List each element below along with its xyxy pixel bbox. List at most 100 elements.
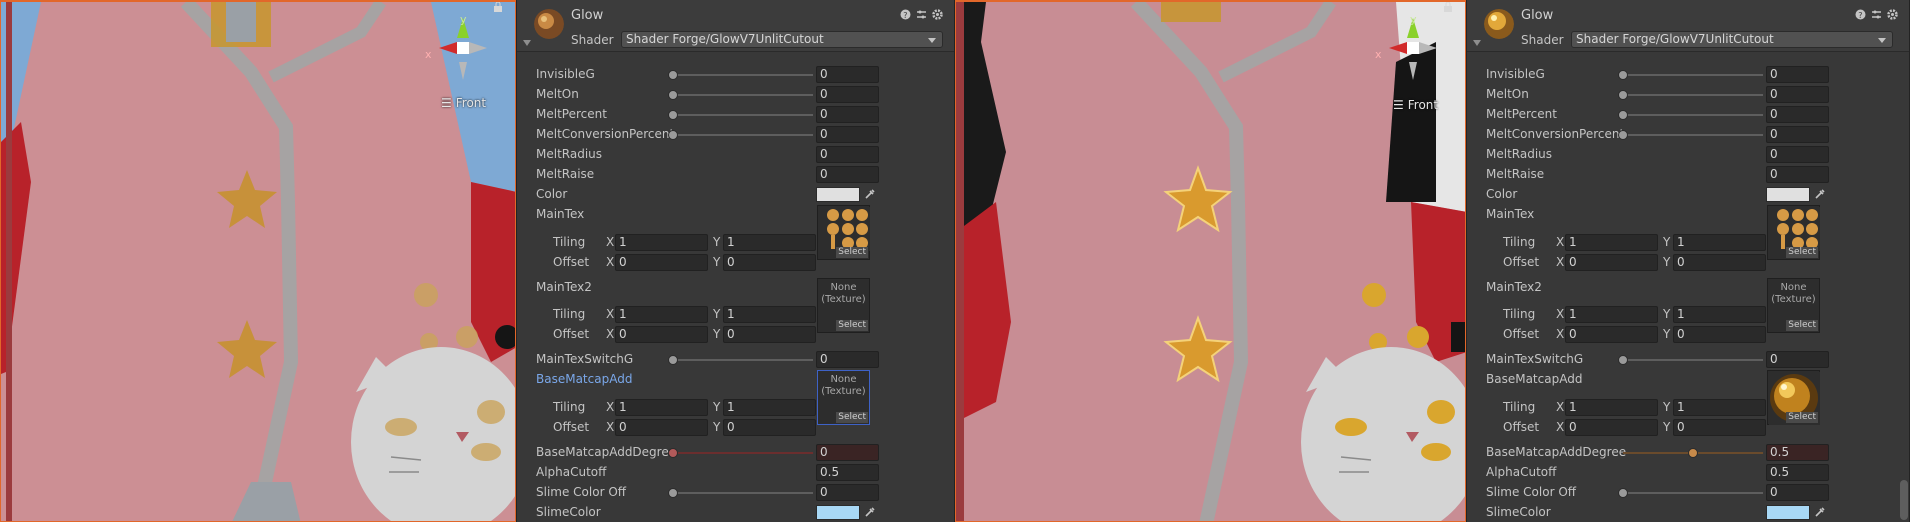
field-slimecoloroff[interactable]: 0 (816, 484, 879, 501)
field-slimecoloroff[interactable]: 0 (1766, 484, 1829, 501)
select-button-maintex2[interactable]: Select (836, 320, 868, 331)
color-swatch-color[interactable] (1766, 187, 1810, 202)
lock-icon[interactable] (493, 2, 503, 12)
slider-slimecoloroff[interactable] (1623, 492, 1763, 494)
help-icon[interactable]: ? (1855, 9, 1866, 20)
slider-thumb-basematcapadddegree[interactable] (668, 448, 678, 458)
field-basematcap-offset-y[interactable]: 0 (723, 419, 816, 436)
field-meltradius[interactable]: 0 (1766, 146, 1829, 163)
texture-slot-maintex[interactable]: Select (817, 205, 870, 260)
slider-thumb-meltconversion[interactable] (1618, 130, 1628, 140)
foldout-arrow-icon[interactable] (1473, 40, 1481, 46)
select-button-basematcapadd[interactable]: Select (836, 412, 868, 423)
slider-maintexswitchg[interactable] (673, 359, 813, 361)
slider-thumb-meltpercent[interactable] (1618, 110, 1628, 120)
field-maintex-offset-y[interactable]: 0 (1673, 254, 1766, 271)
color-swatch-color[interactable] (816, 187, 860, 202)
select-button-maintex[interactable]: Select (1786, 247, 1818, 258)
field-maintex-tiling-y[interactable]: 1 (1673, 234, 1766, 251)
field-alphacutoff[interactable]: 0.5 (1766, 464, 1829, 481)
scene-view-right[interactable]: y x ☰ Front (955, 0, 1466, 522)
slider-melton[interactable] (1623, 94, 1763, 96)
field-maintex2-tiling-y[interactable]: 1 (1673, 306, 1766, 323)
eyedropper-icon[interactable] (864, 506, 876, 518)
texture-slot-maintex2[interactable]: None (Texture) Select (1767, 278, 1820, 333)
field-maintexswitchg[interactable]: 0 (816, 351, 879, 368)
field-meltraise[interactable]: 0 (816, 166, 879, 183)
color-swatch-slimecolor[interactable] (1766, 505, 1810, 520)
texture-slot-maintex[interactable]: Select (1767, 205, 1820, 260)
shader-dropdown[interactable]: Shader Forge/GlowV7UnlitCutout (621, 31, 943, 48)
texture-slot-basematcapadd[interactable]: Select (1767, 370, 1820, 425)
foldout-arrow-icon[interactable] (523, 40, 531, 46)
field-maintex-tiling-x[interactable]: 1 (1565, 234, 1658, 251)
slider-thumb-slimecoloroff[interactable] (1618, 488, 1628, 498)
view-mode-label[interactable]: ☰ Front (441, 96, 486, 110)
slider-thumb-meltpercent[interactable] (668, 110, 678, 120)
field-maintex-offset-y[interactable]: 0 (723, 254, 816, 271)
eyedropper-icon[interactable] (864, 188, 876, 200)
field-alphacutoff[interactable]: 0.5 (816, 464, 879, 481)
field-basematcap-tiling-y[interactable]: 1 (723, 399, 816, 416)
field-basematcap-offset-x[interactable]: 0 (1565, 419, 1658, 436)
field-invisibleg[interactable]: 0 (1766, 66, 1829, 83)
slider-meltconversion[interactable] (1623, 134, 1763, 136)
field-maintex-offset-x[interactable]: 0 (1565, 254, 1658, 271)
field-meltpercent[interactable]: 0 (816, 106, 879, 123)
field-meltraise[interactable]: 0 (1766, 166, 1829, 183)
field-maintex-tiling-x[interactable]: 1 (615, 234, 708, 251)
field-meltconversion[interactable]: 0 (816, 126, 879, 143)
gear-icon[interactable] (932, 9, 943, 20)
field-meltradius[interactable]: 0 (816, 146, 879, 163)
eyedropper-icon[interactable] (1814, 506, 1826, 518)
slider-thumb-maintexswitchg[interactable] (668, 355, 678, 365)
slider-thumb-melton[interactable] (668, 90, 678, 100)
slider-meltpercent[interactable] (1623, 114, 1763, 116)
field-maintex2-tiling-x[interactable]: 1 (615, 306, 708, 323)
slider-maintexswitchg[interactable] (1623, 359, 1763, 361)
color-swatch-slimecolor[interactable] (816, 505, 860, 520)
field-maintex2-offset-x[interactable]: 0 (1565, 326, 1658, 343)
view-mode-label[interactable]: ☰ Front (1393, 98, 1438, 112)
gear-icon[interactable] (1887, 9, 1898, 20)
field-maintex2-tiling-y[interactable]: 1 (723, 306, 816, 323)
help-icon[interactable]: ? (900, 9, 911, 20)
field-maintex2-tiling-x[interactable]: 1 (1565, 306, 1658, 323)
field-basematcap-tiling-x[interactable]: 1 (615, 399, 708, 416)
slider-basematcapadddegree[interactable] (673, 452, 813, 454)
slider-meltconversion[interactable] (673, 134, 813, 136)
field-meltpercent[interactable]: 0 (1766, 106, 1829, 123)
slider-thumb-maintexswitchg[interactable] (1618, 355, 1628, 365)
field-meltconversion[interactable]: 0 (1766, 126, 1829, 143)
select-button-maintex2[interactable]: Select (1786, 320, 1818, 331)
field-maintex2-offset-y[interactable]: 0 (723, 326, 816, 343)
slider-thumb-meltconversion[interactable] (668, 130, 678, 140)
field-basematcapadddegree[interactable]: 0.5 (1766, 444, 1829, 461)
field-basematcapadddegree[interactable]: 0 (816, 444, 879, 461)
field-maintex2-offset-x[interactable]: 0 (615, 326, 708, 343)
slider-melton[interactable] (673, 94, 813, 96)
field-maintex2-offset-y[interactable]: 0 (1673, 326, 1766, 343)
lock-icon[interactable] (1443, 2, 1453, 12)
slider-meltpercent[interactable] (673, 114, 813, 116)
field-invisibleg[interactable]: 0 (816, 66, 879, 83)
field-melton[interactable]: 0 (1766, 86, 1829, 103)
texture-slot-maintex2[interactable]: None (Texture) Select (817, 278, 870, 333)
inspector-scrollbar[interactable] (1900, 480, 1908, 520)
slider-invisibleg[interactable] (1623, 74, 1763, 76)
texture-slot-basematcapadd[interactable]: None (Texture) Select (817, 370, 870, 425)
slider-thumb-invisibleg[interactable] (668, 70, 678, 80)
field-basematcap-tiling-x[interactable]: 1 (1565, 399, 1658, 416)
preset-icon[interactable] (916, 9, 927, 20)
field-maintex-offset-x[interactable]: 0 (615, 254, 708, 271)
slider-slimecoloroff[interactable] (673, 492, 813, 494)
select-button-basematcapadd[interactable]: Select (1786, 412, 1818, 423)
slider-thumb-melton[interactable] (1618, 90, 1628, 100)
field-maintex-tiling-y[interactable]: 1 (723, 234, 816, 251)
shader-dropdown[interactable]: Shader Forge/GlowV7UnlitCutout (1571, 31, 1893, 48)
slider-thumb-basematcapadddegree[interactable] (1688, 448, 1698, 458)
field-basematcap-tiling-y[interactable]: 1 (1673, 399, 1766, 416)
select-button-maintex[interactable]: Select (836, 247, 868, 258)
field-basematcap-offset-y[interactable]: 0 (1673, 419, 1766, 436)
field-basematcap-offset-x[interactable]: 0 (615, 419, 708, 436)
